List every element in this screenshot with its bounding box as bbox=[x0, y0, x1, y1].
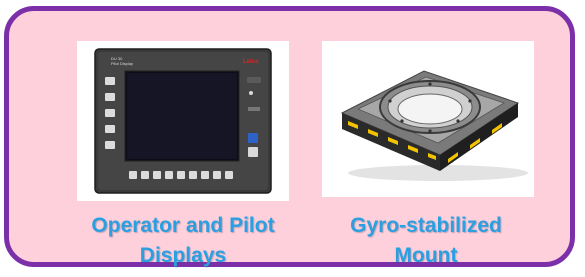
mount-ring-inner bbox=[397, 93, 463, 125]
mount-product-image bbox=[322, 41, 534, 197]
display-caption-line2: Displays bbox=[139, 244, 227, 267]
display-caption: Operator and Pilot Displays bbox=[52, 211, 314, 271]
display-product-image: DU 30 Pilot Display Leica bbox=[77, 41, 289, 201]
mount-caption-line1: Gyro-stabilized bbox=[350, 214, 502, 237]
control-display-unit-image: DU 30 Pilot Display Leica bbox=[94, 48, 272, 194]
bottom-soft-keys bbox=[129, 171, 233, 179]
gyro-stabilized-mount-image bbox=[340, 70, 528, 181]
mount-caption-line2: Mount bbox=[394, 244, 458, 267]
brand-logo: Leica bbox=[243, 59, 259, 65]
products-panel: DU 30 Pilot Display Leica Operator and P… bbox=[4, 6, 575, 267]
display-model-sublabel: Pilot Display bbox=[111, 61, 133, 66]
mount-caption: Gyro-stabilized Mount bbox=[318, 211, 534, 271]
display-caption-line1: Operator and Pilot bbox=[91, 214, 275, 237]
